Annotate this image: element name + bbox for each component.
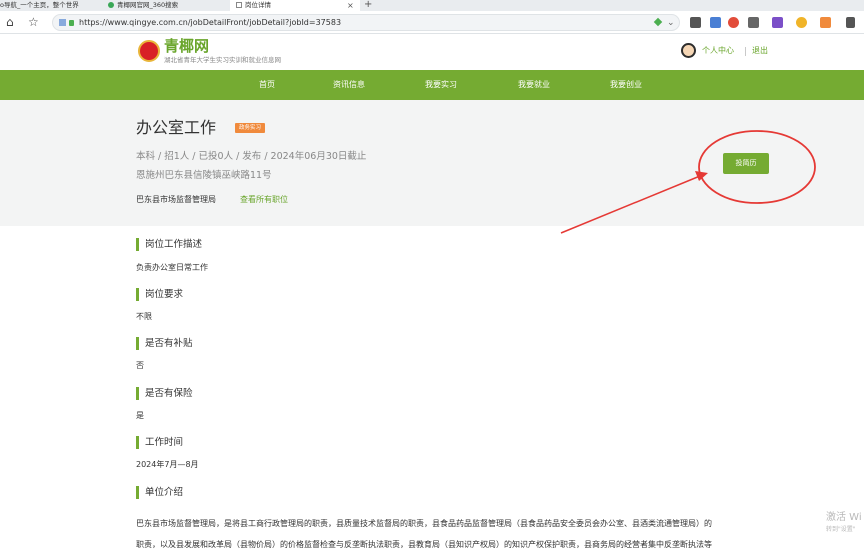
section-heading-company-intro: 单位介绍	[136, 486, 183, 499]
chevron-down-icon[interactable]: ⌄	[667, 15, 675, 31]
new-tab-icon[interactable]: +	[364, 0, 372, 10]
section-heading-subsidy: 是否有补贴	[136, 337, 193, 350]
job-category-badge: 政务实习	[235, 123, 266, 133]
browser-tab-label: 青椰网官网_360搜索	[117, 1, 179, 9]
company-name[interactable]: 巴东县市场监督管理局	[136, 195, 216, 205]
lightning-icon[interactable]	[653, 17, 663, 27]
browser-tab-1[interactable]: o导航_一个主页，整个世界	[0, 0, 100, 11]
nav-internship[interactable]: 我要实习	[425, 70, 457, 100]
nav-news[interactable]: 资讯信息	[333, 70, 365, 100]
address-bar[interactable]: https://www.qingye.com.cn/jobDetailFront…	[52, 14, 680, 31]
section-heading-description: 岗位工作描述	[136, 238, 202, 251]
job-summary: 办公室工作 政务实习 本科 / 招1人 / 已投0人 / 发布 / 2024年0…	[0, 100, 864, 226]
section-body-subsidy: 否	[136, 361, 144, 370]
section-heading-requirements: 岗位要求	[136, 288, 183, 301]
company-intro-line: 巴东县市场监督管理局，是将县工商行政管理局的职责，县质量技术监督局的职责，县食品…	[136, 519, 712, 528]
nav-employment[interactable]: 我要就业	[518, 70, 550, 100]
view-all-positions-link[interactable]: 查看所有职位	[240, 195, 288, 205]
mail-icon[interactable]	[710, 17, 721, 28]
page-icon	[236, 2, 242, 8]
logo-subtitle: 湖北省青年大学生实习实训和就业信息网	[164, 56, 281, 64]
section-body-work-time: 2024年7月—8月	[136, 460, 199, 469]
section-body-requirements: 不限	[136, 312, 152, 321]
avatar[interactable]	[681, 43, 696, 58]
logo-emblem-icon[interactable]	[138, 40, 160, 62]
nav-startup[interactable]: 我要创业	[610, 70, 642, 100]
scissors-icon[interactable]	[748, 17, 759, 28]
browser-tab-strip: o导航_一个主页，整个世界 青椰网官网_360搜索 岗位详情 × +	[0, 0, 864, 11]
browser-toolbar: ⌂ ☆ https://www.qingye.com.cn/jobDetailF…	[0, 11, 864, 34]
browser-tab-active[interactable]: 岗位详情	[230, 0, 360, 11]
game-icon[interactable]	[820, 17, 831, 28]
weibo-icon[interactable]	[728, 17, 739, 28]
url-text: https://www.qingye.com.cn/jobDetailFront…	[79, 18, 342, 27]
shield-extension-icon[interactable]	[796, 17, 807, 28]
job-address: 恩施州巴东县信陵镇巫峡路11号	[136, 170, 272, 181]
browser-tab-label: 岗位详情	[245, 1, 271, 9]
section-heading-work-time: 工作时间	[136, 436, 183, 449]
section-heading-insurance: 是否有保险	[136, 387, 193, 400]
star-icon[interactable]: ☆	[28, 15, 39, 29]
lock-icon	[69, 20, 74, 26]
search-engine-icon	[108, 2, 114, 8]
logout-link[interactable]: 退出	[752, 46, 768, 56]
browser-tab-label: o导航_一个主页，整个世界	[0, 1, 79, 9]
main-nav: 首页 资讯信息 我要实习 我要就业 我要创业	[0, 70, 864, 100]
logo-title[interactable]: 青椰网	[164, 38, 209, 54]
apply-button[interactable]: 投简历	[723, 153, 769, 174]
home-icon[interactable]: ⌂	[6, 15, 14, 29]
section-body-description: 负责办公室日常工作	[136, 263, 208, 272]
browser-tab-2[interactable]: 青椰网官网_360搜索	[108, 0, 223, 11]
job-meta: 本科 / 招1人 / 已投0人 / 发布 / 2024年06月30日截止	[136, 151, 367, 162]
activation-watermark-sub: 转到"设置"	[826, 526, 856, 533]
user-center-link[interactable]: 个人中心	[702, 46, 734, 56]
site-header: 青椰网 湖北省青年大学生实习实训和就业信息网 个人中心 退出	[0, 35, 864, 70]
divider	[745, 47, 746, 56]
nav-home[interactable]: 首页	[259, 70, 275, 100]
screenshot-icon[interactable]	[690, 17, 701, 28]
activation-watermark: 激活 Wi	[826, 512, 862, 523]
section-body-insurance: 是	[136, 411, 144, 420]
menu-icon[interactable]	[846, 17, 855, 28]
shield-icon	[59, 19, 66, 26]
extension-icon[interactable]	[772, 17, 783, 28]
job-title: 办公室工作	[136, 118, 217, 137]
close-tab-icon[interactable]: ×	[347, 0, 354, 11]
